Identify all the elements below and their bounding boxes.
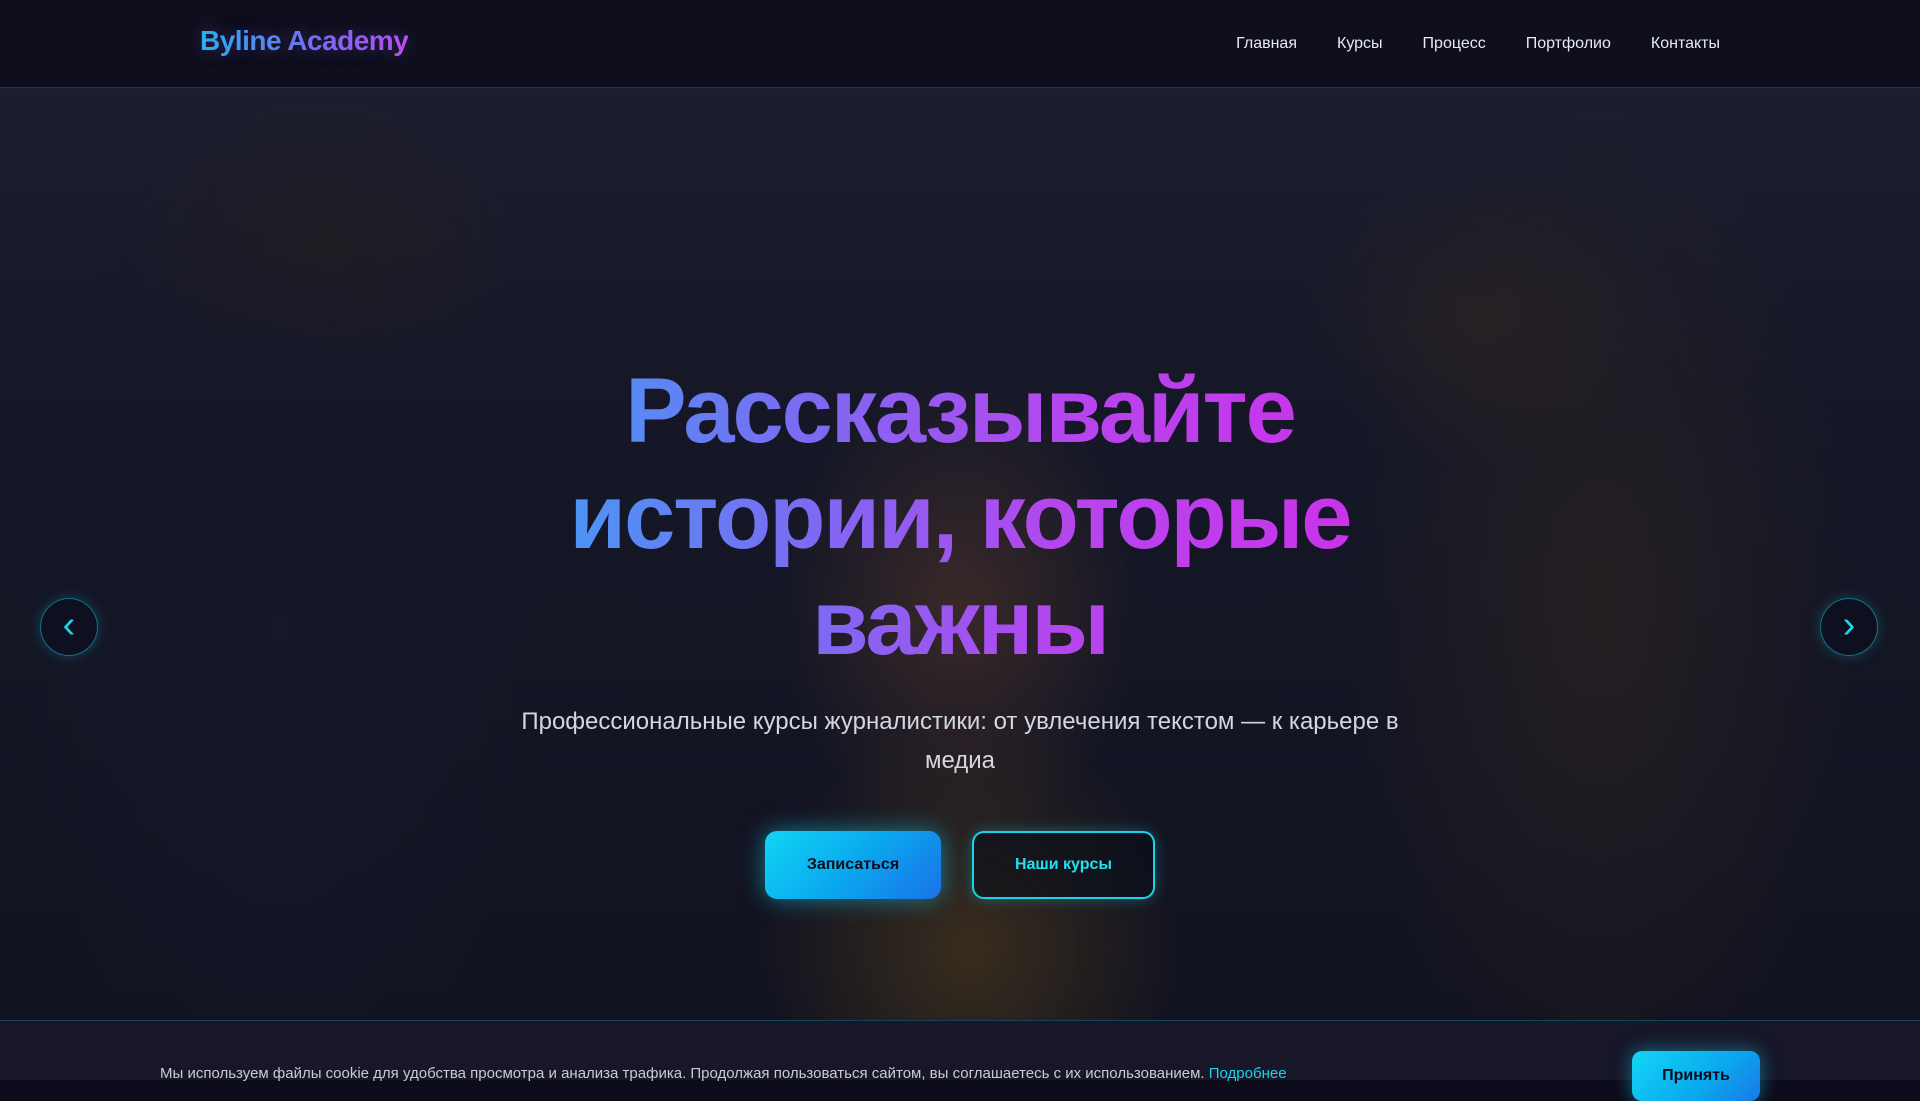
site-header: Byline Academy Главная Курсы Процесс Пор… [0, 0, 1920, 88]
nav-item-courses[interactable]: Курсы [1337, 35, 1383, 53]
chevron-right-icon: › [1842, 604, 1856, 646]
hero-slider: Рассказывайте истории, которые важны Про… [0, 88, 1920, 1020]
enroll-button[interactable]: Записаться [765, 831, 941, 899]
nav-item-contacts[interactable]: Контакты [1651, 35, 1720, 53]
nav-item-home[interactable]: Главная [1236, 35, 1297, 53]
slider-next-button[interactable]: › [1820, 598, 1878, 656]
cookie-more-link[interactable]: Подробнее [1209, 1065, 1287, 1082]
hero-subtitle: Профессиональные курсы журналистики: от … [521, 708, 1399, 774]
nav-item-process[interactable]: Процесс [1423, 35, 1486, 53]
site-logo[interactable]: Byline Academy [200, 25, 409, 57]
chevron-left-icon: ‹ [62, 604, 76, 646]
cookie-text: Мы используем файлы cookie для удобства … [160, 1065, 1205, 1082]
nav-item-portfolio[interactable]: Портфолио [1526, 35, 1611, 53]
cookie-message: Мы используем файлы cookie для удобства … [160, 1065, 1287, 1082]
hero-content: Рассказывайте истории, которые важны Про… [0, 88, 1920, 1020]
hero-title: Рассказывайте истории, которые важны [460, 358, 1460, 676]
our-courses-button[interactable]: Наши курсы [972, 831, 1155, 899]
cookie-banner: Мы используем файлы cookie для удобства … [0, 1020, 1920, 1101]
slider-prev-button[interactable]: ‹ [40, 598, 98, 656]
cookie-accept-button[interactable]: Принять [1632, 1051, 1760, 1101]
main-nav: Главная Курсы Процесс Портфолио Контакты [1196, 0, 1720, 88]
